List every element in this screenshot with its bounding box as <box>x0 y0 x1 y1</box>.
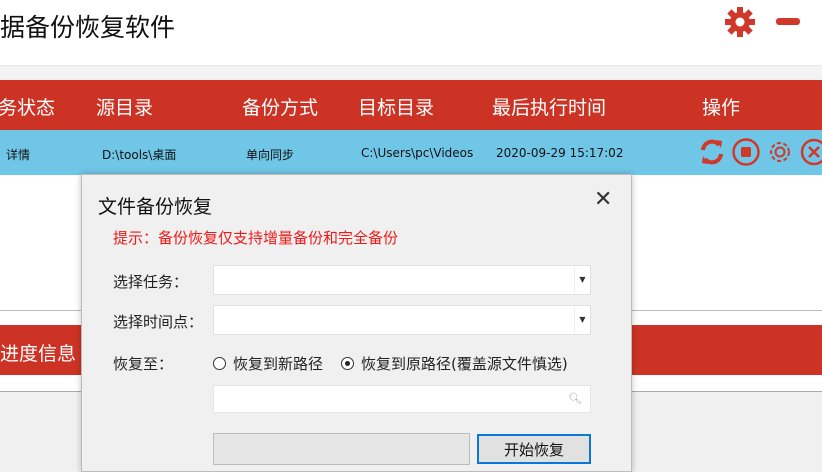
dialog-title: 文件备份恢复 <box>98 196 213 218</box>
title-bar: 据备份恢复软件 <box>0 0 822 66</box>
chevron-down-icon[interactable]: ▼ <box>574 306 590 334</box>
close-icon[interactable]: ✕ <box>594 189 612 211</box>
path-input[interactable]: 🔍︎ <box>213 385 591 413</box>
table-row[interactable]: 详情 D:\tools\桌面 单向同步 C:\Users\pc\Videos 2… <box>0 130 822 175</box>
header-status: 务状态 <box>0 97 56 119</box>
close-circle-icon[interactable] <box>799 137 822 167</box>
gear-icon[interactable] <box>724 6 756 38</box>
header-last-run: 最后执行时间 <box>492 97 607 119</box>
app-title: 据备份恢复软件 <box>0 13 176 42</box>
radio-label: 恢复到新路径 <box>233 355 324 373</box>
start-restore-button[interactable]: 开始恢复 <box>477 434 591 464</box>
spacer <box>0 66 822 80</box>
restore-to-label: 恢复至： <box>113 355 174 373</box>
time-point-select[interactable]: ▼ <box>213 305 591 335</box>
cell-target: C:\Users\pc\Videos <box>361 146 474 160</box>
progress-section-title: 进度信息 <box>0 343 77 365</box>
radio-circle-selected[interactable] <box>341 357 354 370</box>
cell-source: D:\tools\桌面 <box>102 148 177 162</box>
search-icon[interactable]: 🔍︎ <box>568 392 582 405</box>
task-select[interactable]: ▼ <box>213 265 591 295</box>
radio-new-path[interactable]: 恢复到新路径 <box>213 353 323 374</box>
header-source: 源目录 <box>96 97 154 119</box>
header-actions: 操作 <box>702 97 741 119</box>
header-target: 目标目录 <box>358 97 435 119</box>
table-header: 务状态 源目录 备份方式 目标目录 最后执行时间 操作 <box>0 80 822 130</box>
settings-icon[interactable] <box>765 137 795 167</box>
cell-mode: 单向同步 <box>246 148 295 162</box>
sync-icon[interactable] <box>697 137 727 167</box>
minimize-button[interactable] <box>776 18 800 25</box>
radio-original-path[interactable]: 恢复到原路径(覆盖源文件慎选) <box>341 353 568 374</box>
restore-progress-bar <box>213 433 470 465</box>
chevron-down-icon[interactable]: ▼ <box>574 266 590 294</box>
radio-circle[interactable] <box>213 357 226 370</box>
restore-dialog: 文件备份恢复 ✕ 提示：备份恢复仅支持增量备份和完全备份 选择任务： ▼ 选择时… <box>81 174 632 472</box>
time-label: 选择时间点： <box>113 313 204 331</box>
task-label: 选择任务： <box>113 273 189 291</box>
status-details-link[interactable]: 详情 <box>6 146 30 163</box>
stop-icon[interactable] <box>731 137 761 167</box>
header-mode: 备份方式 <box>242 97 319 119</box>
cell-last-run: 2020-09-29 15:17:02 <box>496 146 624 160</box>
row-actions <box>697 137 822 167</box>
hint-text: 提示：备份恢复仅支持增量备份和完全备份 <box>113 229 399 247</box>
radio-label: 恢复到原路径(覆盖源文件慎选) <box>361 355 568 373</box>
